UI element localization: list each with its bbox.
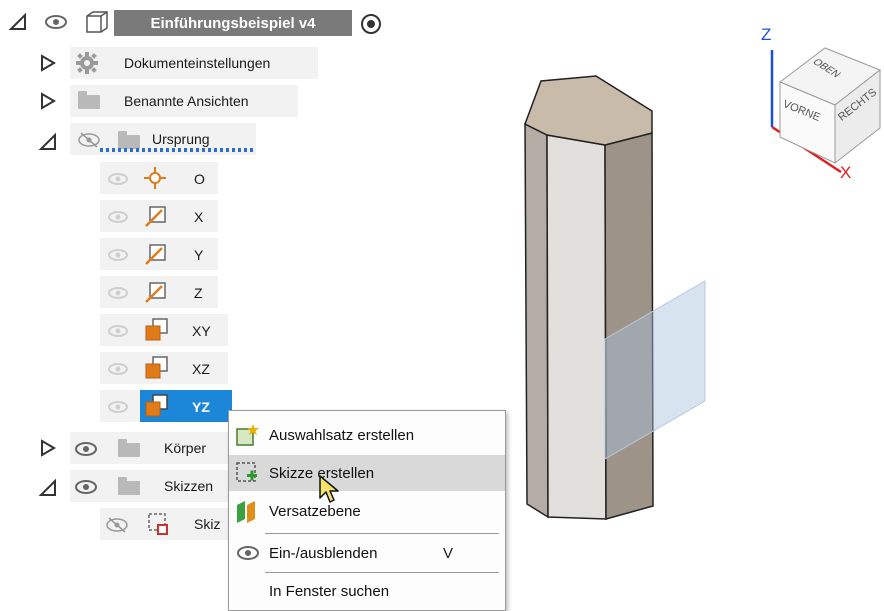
eye-icon[interactable] bbox=[106, 247, 130, 268]
origin-item-label[interactable]: XY bbox=[192, 323, 211, 339]
axis-icon bbox=[144, 280, 168, 309]
eye-hidden-icon[interactable] bbox=[76, 131, 102, 154]
tree-item-label[interactable]: Skiz bbox=[194, 516, 220, 532]
expand-collapse-icon[interactable] bbox=[40, 54, 56, 77]
axis-x-label: X bbox=[840, 163, 852, 182]
root-component-name: Einführungsbeispiel v4 bbox=[150, 14, 316, 32]
selection-set-icon bbox=[235, 423, 259, 452]
expand-collapse-icon[interactable] bbox=[40, 92, 56, 115]
activate-radio-icon[interactable] bbox=[360, 13, 382, 40]
eye-icon[interactable] bbox=[106, 323, 130, 344]
origin-item-label[interactable]: XZ bbox=[192, 361, 210, 377]
component-icon bbox=[84, 10, 110, 39]
sketch-icon bbox=[146, 511, 170, 542]
viewcube[interactable]: Z X OBEN VORNE RECHTS bbox=[755, 25, 884, 185]
eye-icon[interactable] bbox=[106, 171, 130, 192]
menu-item-label: Auswahlsatz erstellen bbox=[269, 426, 415, 444]
menu-item-find-in-window[interactable]: In Fenster suchen bbox=[229, 573, 505, 609]
menu-item-label: In Fenster suchen bbox=[269, 582, 390, 600]
create-sketch-icon bbox=[235, 461, 259, 490]
mouse-cursor-icon bbox=[318, 474, 340, 509]
tree-item-label[interactable]: Skizzen bbox=[164, 478, 213, 494]
eye-icon[interactable] bbox=[106, 361, 130, 382]
menu-separator bbox=[265, 533, 499, 534]
eye-hidden-icon[interactable] bbox=[104, 516, 130, 539]
axis-z-label: Z bbox=[761, 25, 772, 44]
menu-item-show-hide[interactable]: Ein-/ausblenden V bbox=[229, 535, 505, 571]
eye-icon[interactable] bbox=[74, 479, 98, 500]
plane-icon bbox=[144, 393, 170, 424]
eye-icon[interactable] bbox=[106, 399, 130, 420]
context-menu: Auswahlsatz erstellen Skizze erstellen V… bbox=[228, 410, 506, 611]
hover-underline bbox=[100, 148, 254, 152]
tree-item-label[interactable]: Ursprung bbox=[152, 131, 210, 147]
origin-item-label[interactable]: YZ bbox=[192, 399, 210, 415]
eye-icon[interactable] bbox=[44, 14, 68, 35]
menu-item-label: Ein-/ausblenden bbox=[269, 544, 378, 562]
menu-item-label: Versatzebene bbox=[269, 502, 361, 520]
origin-item-label[interactable]: O bbox=[194, 171, 205, 187]
eye-icon[interactable] bbox=[106, 285, 130, 306]
folder-icon bbox=[118, 131, 140, 149]
root-component-label[interactable]: Einführungsbeispiel v4 bbox=[114, 10, 352, 36]
origin-item-label[interactable]: Z bbox=[194, 285, 203, 301]
expand-collapse-icon[interactable] bbox=[38, 478, 58, 503]
origin-point-icon bbox=[144, 167, 166, 194]
expand-collapse-icon[interactable] bbox=[40, 439, 56, 462]
plane-icon bbox=[144, 355, 170, 386]
folder-icon bbox=[118, 439, 140, 457]
menu-shortcut: V bbox=[443, 544, 454, 562]
expand-collapse-icon[interactable] bbox=[8, 12, 28, 37]
eye-icon[interactable] bbox=[106, 209, 130, 230]
menu-item-create-sketch[interactable]: Skizze erstellen bbox=[229, 455, 505, 491]
tree-item-label[interactable]: Körper bbox=[164, 440, 206, 456]
axis-icon bbox=[144, 204, 168, 233]
eye-icon bbox=[236, 545, 260, 566]
menu-item-create-selection-set[interactable]: Auswahlsatz erstellen bbox=[229, 417, 505, 453]
gear-icon bbox=[76, 52, 98, 79]
offset-plane-icon bbox=[235, 499, 261, 528]
origin-item-label[interactable]: X bbox=[194, 209, 203, 225]
tree-item-label[interactable]: Benannte Ansichten bbox=[124, 93, 249, 109]
eye-icon[interactable] bbox=[74, 441, 98, 462]
expand-collapse-icon[interactable] bbox=[38, 132, 58, 157]
axis-icon bbox=[144, 242, 168, 271]
folder-icon bbox=[118, 477, 140, 495]
menu-item-offset-plane[interactable]: Versatzebene bbox=[229, 493, 505, 529]
tree-item-label[interactable]: Dokumenteinstellungen bbox=[124, 55, 270, 71]
folder-icon bbox=[78, 91, 100, 109]
origin-item-label[interactable]: Y bbox=[194, 247, 203, 263]
plane-icon bbox=[144, 317, 170, 348]
